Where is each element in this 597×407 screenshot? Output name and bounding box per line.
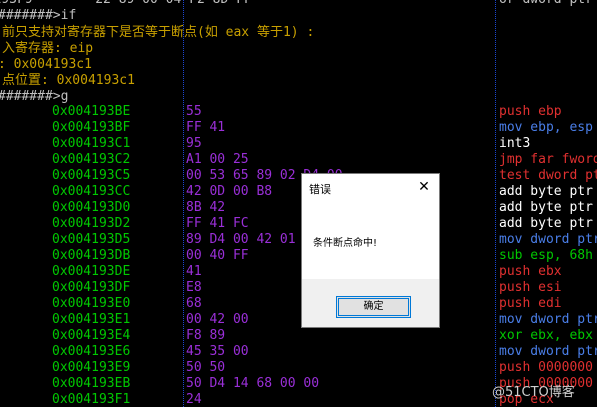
dialog-message: 条件断点命中! — [313, 238, 378, 249]
row-instruction: push ebx — [499, 264, 562, 279]
command-g: #######>g — [0, 89, 69, 104]
disasm-row: 0x004193C5 00 53 65 89 02 D4 00 test dword… — [0, 168, 597, 184]
row-bytes: 95 — [186, 136, 202, 151]
row-instruction: add byte ptr — [499, 184, 593, 199]
disasm-row: 0x004193DE 41 push ebx — [0, 264, 597, 280]
dialog-footer: 确定 — [302, 279, 439, 327]
row-bytes: 50 D4 14 68 00 00 — [186, 376, 320, 391]
row-instruction: add byte ptr — [499, 216, 593, 231]
disasm-row: 0x004193BE 55 push ebp — [0, 104, 597, 120]
disasm-row: 0x004193C2 A1 00 25 jmp far fword — [0, 152, 597, 168]
disasm-row: 0x004193E9 50 50 push 0000000 — [0, 360, 597, 376]
row-address: 0x004193CC — [52, 184, 131, 199]
row-address: 0x004193E9 — [52, 360, 131, 375]
row-instruction: push 0000000 — [499, 360, 593, 375]
disasm-row: 0x004193BF FF 41 mov ebp, esp — [0, 120, 597, 136]
row-address: 0x004193E0 — [52, 296, 131, 311]
row-bytes: 50 50 — [186, 360, 226, 375]
row-address: 0x004193C2 — [52, 152, 131, 167]
row-instruction: sub esp, 68h — [499, 248, 593, 263]
command-if: #######>if — [0, 8, 77, 23]
row-address: 0x004193DB — [52, 248, 131, 263]
row-instruction: add byte ptr — [499, 200, 593, 215]
disasm-row: 0x004193CC 42 0D 00 B8 add byte ptr — [0, 184, 597, 200]
row-address: 0x004193D0 — [52, 200, 131, 215]
header-line: 004193F9 22 89 00 04 F2 8D FF — [0, 0, 252, 8]
row-address: 0x004193D2 — [52, 216, 131, 231]
row-instruction: test dword ptr — [499, 168, 597, 183]
prompt-info: 前只支持对寄存器下是否等于断点(如 eax 等于1) : — [2, 25, 315, 40]
disasm-row: 0x004193E1 00 42 00 mov dword ptr — [0, 312, 597, 328]
row-address: 0x004193D5 — [52, 232, 131, 247]
prompt-register: 入寄存器: eip — [2, 41, 94, 56]
row-bytes: F8 89 — [186, 328, 226, 343]
disasm-row: 0x004193D5 89 D4 00 42 01 mov dword ptr — [0, 232, 597, 248]
disasm-row: 0x004193E0 68 push edi — [0, 296, 597, 312]
close-icon[interactable]: ✕ — [413, 177, 435, 197]
row-instruction: mov ebp, esp — [499, 120, 593, 135]
row-address: 0x004193E6 — [52, 344, 131, 359]
disasm-row: 0x004193D0 8B 42 add byte ptr — [0, 200, 597, 216]
row-address: 0x004193F1 — [52, 392, 131, 407]
row-address: 0x004193E1 — [52, 312, 131, 327]
watermark: @51CTO博客 — [492, 385, 575, 400]
row-instruction: mov dword ptr — [499, 344, 597, 359]
row-address: 0x004193BF — [52, 120, 131, 135]
row-address: 0x004193DE — [52, 264, 131, 279]
disasm-row: 0x004193DB 00 40 FF sub esp, 68h — [0, 248, 597, 264]
header-line-asm: or dword ptr — [499, 0, 593, 8]
row-instruction: int3 — [499, 136, 531, 151]
row-instruction: mov dword ptr — [499, 232, 597, 247]
disasm-row: 0x004193C1 95 int3 — [0, 136, 597, 152]
ok-button[interactable]: 确定 — [336, 296, 411, 318]
row-address: 0x004193DF — [52, 280, 131, 295]
row-instruction: jmp far fword — [499, 152, 597, 167]
row-bytes: 55 — [186, 104, 202, 119]
row-address: 0x004193C1 — [52, 136, 131, 151]
error-dialog: 错误 ✕ 条件断点命中! 确定 — [301, 173, 440, 328]
row-bytes: FF 41 — [186, 120, 226, 135]
row-instruction: mov dword ptr — [499, 312, 597, 327]
row-address: 0x004193BE — [52, 104, 131, 119]
prompt-position: 点位置: 0x004193c1 — [2, 73, 135, 88]
row-bytes: 24 — [186, 392, 202, 407]
row-address: 0x004193EB — [52, 376, 131, 391]
row-instruction: push esi — [499, 280, 562, 295]
row-address: 0x004193E4 — [52, 328, 131, 343]
dialog-title: 错误 — [309, 183, 331, 196]
disasm-row: 0x004193E6 45 35 00 mov dword ptr — [0, 344, 597, 360]
row-instruction: push edi — [499, 296, 562, 311]
debugger-console[interactable]: 004193F9 22 89 00 04 F2 8D FF or dword p… — [0, 0, 597, 407]
row-instruction: push ebp — [499, 104, 562, 119]
disasm-row: 0x004193D2 FF 41 FC add byte ptr — [0, 216, 597, 232]
disasm-row: 0x004193DF E8 push esi — [0, 280, 597, 296]
row-address: 0x004193C5 — [52, 168, 131, 183]
row-instruction: xor ebx, ebx — [499, 328, 593, 343]
prompt-value: : 0x004193c1 — [0, 57, 92, 72]
disasm-row: 0x004193E4 F8 89 xor ebx, ebx — [0, 328, 597, 344]
row-bytes: A1 00 25 — [186, 152, 249, 167]
row-bytes: 45 35 00 — [186, 344, 249, 359]
